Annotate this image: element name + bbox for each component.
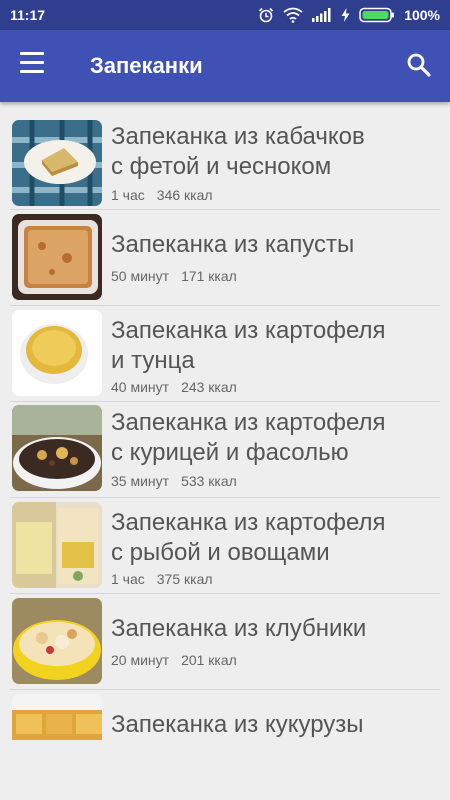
recipe-title-line: с фетой и чесноком xyxy=(111,153,332,180)
recipe-title-line: Запеканка из кукурузы xyxy=(111,711,364,738)
recipe-meta: 1 час 346 ккал xyxy=(111,187,213,203)
list-item[interactable]: Запеканка из кукурузы xyxy=(10,690,440,740)
recipe-meta: 1 час 375 ккал xyxy=(111,571,213,587)
recipe-list[interactable]: Запеканка из кабачков с фетой и чесноком… xyxy=(0,102,450,740)
alarm-icon xyxy=(258,7,274,23)
hamburger-icon-line xyxy=(20,70,44,73)
recipe-meta: 50 минут 171 ккал xyxy=(111,268,237,284)
recipe-kcal: 171 ккал xyxy=(181,268,237,284)
recipe-title-line: Запеканка из капусты xyxy=(111,231,355,258)
charging-icon xyxy=(341,8,350,22)
recipe-title: Запеканка из капусты xyxy=(111,230,431,260)
recipe-title: Запеканка из кабачков с фетой и чесноком xyxy=(111,122,431,182)
recipe-title: Запеканка из клубники xyxy=(111,614,431,644)
recipe-title-line: Запеканка из картофеля xyxy=(111,317,386,344)
list-item[interactable]: Запеканка из капусты 50 минут 171 ккал xyxy=(10,210,440,306)
recipe-time: 35 минут xyxy=(111,473,170,489)
list-item[interactable]: Запеканка из картофеля с рыбой и овощами… xyxy=(10,498,440,594)
status-time: 11:17 xyxy=(10,7,46,23)
recipe-time: 20 минут xyxy=(111,652,170,668)
recipe-meta: 20 минут 201 ккал xyxy=(111,652,237,668)
search-icon xyxy=(407,53,431,77)
recipe-title: Запеканка из картофеля с курицей и фасол… xyxy=(111,408,431,468)
recipe-thumbnail xyxy=(12,502,102,588)
status-icons: 100% xyxy=(258,7,440,23)
recipe-thumbnail xyxy=(12,694,102,740)
recipe-title-line: и тунца xyxy=(111,347,195,374)
recipe-thumbnail xyxy=(12,598,102,684)
page-title: Запеканки xyxy=(90,53,203,78)
recipe-thumbnail xyxy=(12,310,102,396)
recipe-title-line: с рыбой и овощами xyxy=(111,539,330,566)
recipe-thumbnail xyxy=(12,214,102,300)
wifi-icon xyxy=(283,7,303,23)
hamburger-icon xyxy=(20,52,44,55)
recipe-title-line: с курицей и фасолью xyxy=(111,439,349,466)
recipe-thumbnail xyxy=(12,405,102,491)
list-item[interactable]: Запеканка из картофеля с курицей и фасол… xyxy=(10,402,440,498)
recipe-kcal: 533 ккал xyxy=(181,473,237,489)
recipe-kcal: 346 ккал xyxy=(156,187,213,203)
battery-percent: 100% xyxy=(404,7,440,23)
recipe-kcal: 375 ккал xyxy=(156,571,213,587)
status-bar: 11:17 100% xyxy=(0,0,450,30)
recipe-title-line: Запеканка из кабачков xyxy=(111,123,365,150)
list-item[interactable]: Запеканка из картофеля и тунца 40 минут … xyxy=(10,306,440,402)
recipe-kcal: 243 ккал xyxy=(181,379,237,395)
search-button[interactable] xyxy=(406,52,432,78)
list-item[interactable]: Запеканка из кабачков с фетой и чесноком… xyxy=(10,102,440,210)
signal-icon xyxy=(312,8,332,22)
recipe-title: Запеканка из картофеля и тунца xyxy=(111,316,431,376)
recipe-time: 40 минут xyxy=(111,379,170,395)
recipe-time: 1 час xyxy=(111,187,145,203)
hamburger-icon-line xyxy=(20,61,44,64)
recipe-time: 50 минут xyxy=(111,268,170,284)
recipe-title: Запеканка из картофеля с рыбой и овощами xyxy=(111,508,431,568)
app-bar: Запеканки xyxy=(0,30,450,102)
recipe-title-line: Запеканка из клубники xyxy=(111,615,367,642)
recipe-kcal: 201 ккал xyxy=(181,652,237,668)
recipe-meta: 40 минут 243 ккал xyxy=(111,379,237,395)
recipe-meta: 35 минут 533 ккал xyxy=(111,473,237,489)
recipe-thumbnail xyxy=(12,120,102,206)
list-item[interactable]: Запеканка из клубники 20 минут 201 ккал xyxy=(10,594,440,690)
recipe-title-line: Запеканка из картофеля xyxy=(111,509,386,536)
recipe-time: 1 час xyxy=(111,571,145,587)
recipe-title-line: Запеканка из картофеля xyxy=(111,409,386,436)
menu-button[interactable] xyxy=(20,52,50,80)
battery-icon xyxy=(359,7,395,23)
recipe-title: Запеканка из кукурузы xyxy=(111,710,431,740)
